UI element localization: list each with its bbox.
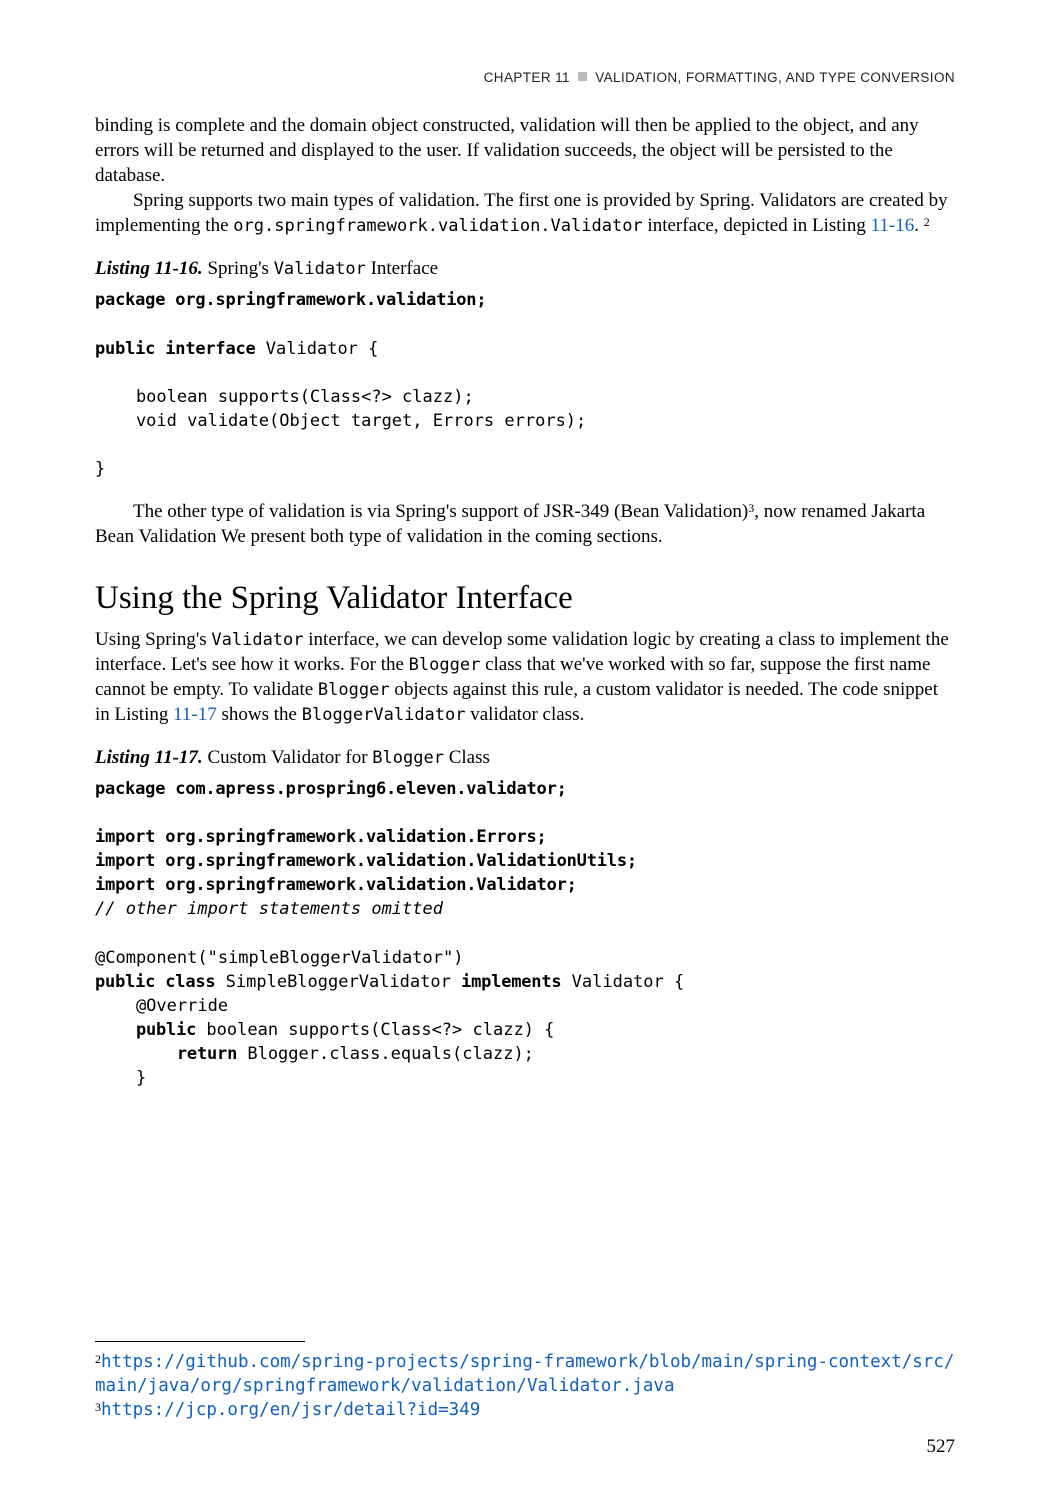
- footnote-2-link[interactable]: https://github.com/spring-projects/sprin…: [95, 1352, 954, 1396]
- code-listing-11-16: package org.springframework.validation; …: [95, 288, 955, 481]
- listing-11-17-caption: Listing 11-17. Custom Validator for Blog…: [95, 747, 955, 769]
- inline-code: org.springframework.validation.Validator: [233, 216, 642, 236]
- inline-code: Blogger: [318, 680, 390, 700]
- code-comment: // other import statements omitted: [95, 899, 443, 919]
- code-text: com.apress.prospring6.eleven.validator;: [165, 779, 566, 799]
- footnote-2: 2https://github.com/spring-projects/spri…: [95, 1350, 955, 1398]
- paragraph-intro-1: binding is complete and the domain objec…: [95, 113, 955, 188]
- text: Using Spring's: [95, 629, 211, 650]
- inline-code: Blogger: [409, 655, 481, 675]
- page: CHAPTER 11 VALIDATION, FORMATTING, AND T…: [0, 0, 1050, 1500]
- code-text: Blogger.class.equals(clazz);: [237, 1044, 534, 1064]
- text: Interface: [366, 258, 438, 279]
- keyword: public: [136, 1020, 196, 1040]
- paragraph-intro-2: Spring supports two main types of valida…: [95, 188, 955, 238]
- page-number: 527: [927, 1436, 956, 1458]
- code-text: boolean supports(Class<?> clazz) {: [196, 1020, 554, 1040]
- listing-label: Listing 11-17.: [95, 747, 203, 768]
- footnote-3: 3https://jcp.org/en/jsr/detail?id=349: [95, 1398, 955, 1422]
- code-text: Validator {: [561, 972, 684, 992]
- listing-label: Listing 11-16.: [95, 258, 203, 279]
- keyword: public interface: [95, 339, 256, 359]
- code-text: @Override: [95, 996, 228, 1016]
- keyword: package: [95, 779, 165, 799]
- chapter-header: CHAPTER 11 VALIDATION, FORMATTING, AND T…: [95, 70, 955, 85]
- inline-code: Blogger: [372, 748, 444, 768]
- paragraph-section-intro: Using Spring's Validator interface, we c…: [95, 627, 955, 727]
- chapter-title: VALIDATION, FORMATTING, AND TYPE CONVERS…: [595, 70, 955, 85]
- code-text: @Component("simpleBloggerValidator"): [95, 948, 463, 968]
- code-text: org.springframework.validation.Validator…: [155, 875, 576, 895]
- listing-link-11-17[interactable]: 11-17: [173, 704, 217, 725]
- text: Class: [444, 747, 490, 768]
- code-text: org.springframework.validation.Validatio…: [155, 851, 637, 871]
- footnote-3-link[interactable]: https://jcp.org/en/jsr/detail?id=349: [101, 1400, 480, 1420]
- header-separator-icon: [578, 72, 587, 81]
- code-text: boolean supports(Class<?> clazz);: [95, 387, 474, 407]
- text: interface, depicted in Listing: [643, 215, 871, 236]
- text: .: [914, 215, 924, 236]
- code-text: }: [95, 459, 105, 479]
- keyword: implements: [461, 972, 561, 992]
- inline-code: BloggerValidator: [302, 705, 466, 725]
- text: The other type of validation is via Spri…: [133, 501, 748, 522]
- code-text: SimpleBloggerValidator: [215, 972, 461, 992]
- keyword: public class: [95, 972, 215, 992]
- text: Spring's: [203, 258, 274, 279]
- text: validator class.: [466, 704, 585, 725]
- text: shows the: [217, 704, 302, 725]
- code-text: Validator {: [256, 339, 379, 359]
- section-heading: Using the Spring Validator Interface: [95, 580, 955, 617]
- inline-code: Validator: [211, 630, 303, 650]
- keyword: package: [95, 290, 165, 310]
- code-text: [95, 1020, 136, 1040]
- code-text: [95, 1044, 177, 1064]
- inline-code: Validator: [274, 259, 366, 279]
- code-text: void validate(Object target, Errors erro…: [95, 411, 586, 431]
- chapter-label: CHAPTER 11: [484, 70, 570, 85]
- listing-11-16-caption: Listing 11-16. Spring's Validator Interf…: [95, 258, 955, 280]
- keyword: import: [95, 827, 155, 847]
- text: Custom Validator for: [203, 747, 373, 768]
- keyword: import: [95, 875, 155, 895]
- code-text: org.springframework.validation.Errors;: [155, 827, 546, 847]
- paragraph-jsr349: The other type of validation is via Spri…: [95, 499, 955, 549]
- footnote-rule: [95, 1341, 305, 1342]
- code-text: org.springframework.validation;: [165, 290, 486, 310]
- keyword: return: [177, 1044, 237, 1064]
- code-listing-11-17: package com.apress.prospring6.eleven.val…: [95, 777, 955, 1091]
- footnote-ref-2[interactable]: 2: [924, 215, 930, 229]
- footnotes: 2https://github.com/spring-projects/spri…: [95, 1341, 955, 1422]
- code-text: }: [95, 1068, 146, 1088]
- keyword: import: [95, 851, 155, 871]
- listing-link-11-16[interactable]: 11-16: [871, 215, 915, 236]
